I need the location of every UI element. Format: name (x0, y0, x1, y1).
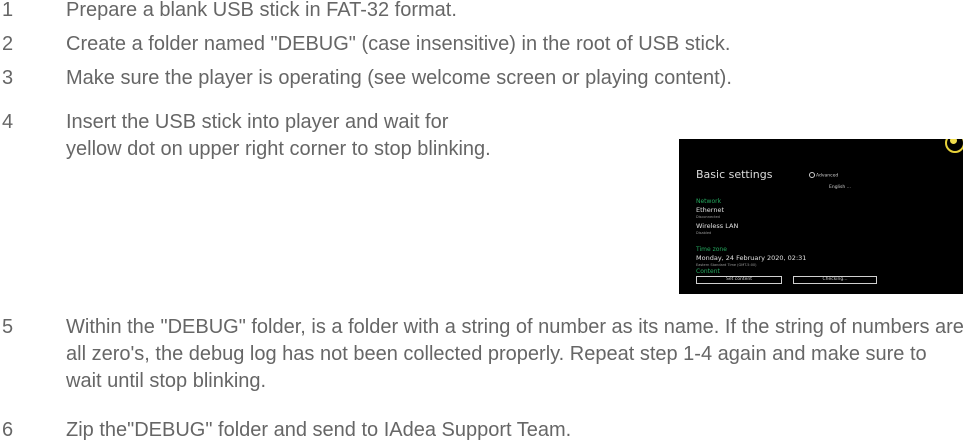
step-number: 6 (2, 419, 14, 441)
step-text: Zip the"DEBUG" folder and send to IAdea … (66, 419, 572, 441)
player-settings-screenshot: Basic settings Advanced English ... Netw… (679, 139, 963, 294)
step-number: 2 (2, 33, 14, 55)
content-heading: Content (696, 268, 720, 275)
step-number: 4 (2, 111, 14, 133)
checking-button: Checking... (793, 276, 877, 284)
step-text: Make sure the player is operating (see w… (66, 67, 732, 89)
timezone-heading: Time zone (696, 246, 727, 253)
ethernet-label: Ethernet (696, 206, 724, 214)
advanced-link: Advanced (809, 172, 838, 179)
timezone-value: Eastern Standard Time (GMT-5:00) (696, 263, 757, 267)
wireless-status: Disabled (696, 231, 712, 235)
set-content-button: Set content (696, 276, 782, 284)
wireless-label: Wireless LAN (696, 222, 739, 230)
step-number: 1 (2, 0, 14, 21)
step-text: Insert the USB stick into player and wai… (66, 111, 491, 160)
network-heading: Network (696, 198, 722, 205)
advanced-label: Advanced (816, 173, 839, 179)
screen-title: Basic settings (696, 168, 773, 181)
step-text: Prepare a blank USB stick in FAT-32 form… (66, 0, 457, 21)
step-text: Within the "DEBUG" folder, is a folder w… (66, 316, 964, 392)
language-selector: English ... (829, 185, 851, 190)
step-text: Create a folder named "DEBUG" (case inse… (66, 33, 731, 55)
ethernet-status: Disconnected (696, 215, 720, 219)
step-number: 5 (2, 316, 14, 338)
advanced-icon (809, 172, 815, 178)
yellow-dot-icon (950, 139, 957, 144)
datetime-value: Monday, 24 February 2020, 02:31 (696, 254, 807, 262)
status-dot-indicator (945, 139, 963, 153)
step-number: 3 (2, 67, 14, 89)
